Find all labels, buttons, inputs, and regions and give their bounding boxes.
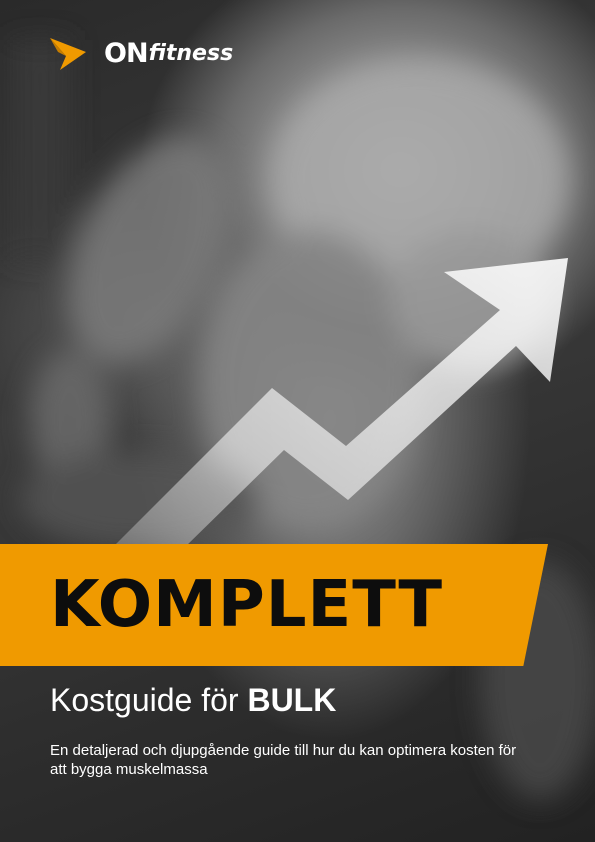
cover-headline: KOMPLETT bbox=[50, 568, 443, 642]
subtitle-bold: BULK bbox=[247, 682, 337, 718]
cover-subtitle: Kostguide för BULK bbox=[50, 680, 336, 720]
subtitle-prefix: Kostguide för bbox=[50, 682, 248, 718]
cover-page: ON fitness KOMPLETT Kostguide för BULK E… bbox=[0, 0, 595, 842]
cover-description: En detaljerad och djupgående guide till … bbox=[50, 742, 517, 778]
